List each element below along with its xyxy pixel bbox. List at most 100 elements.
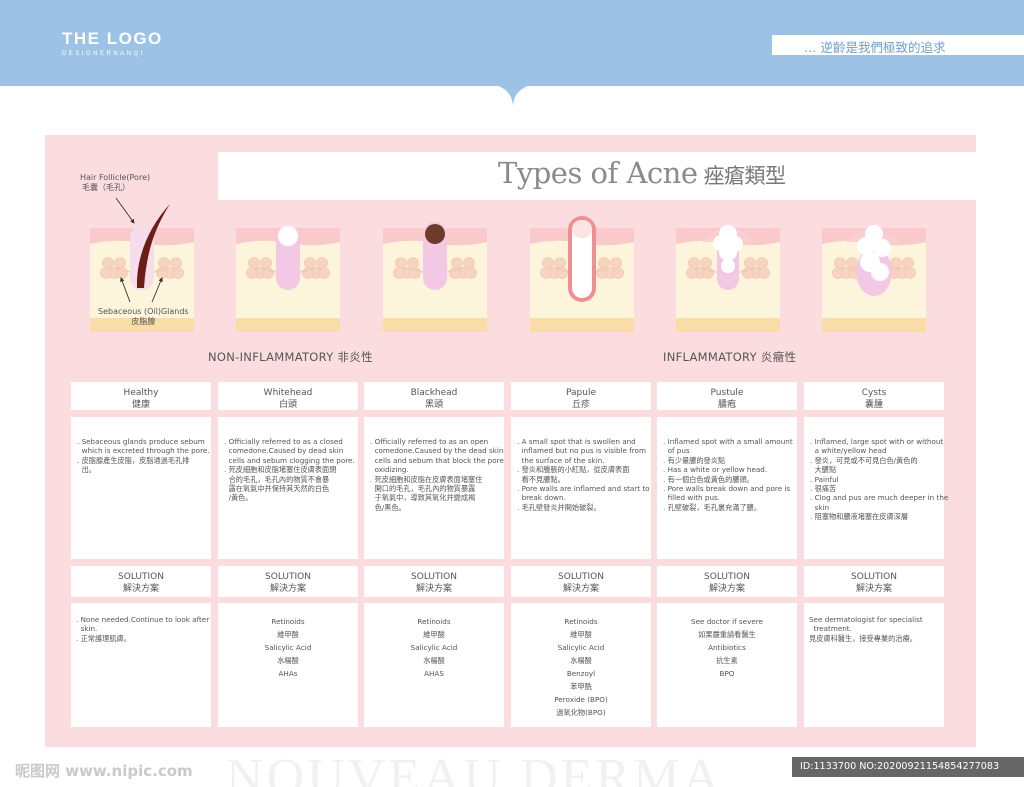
description-line: skin [810, 502, 830, 512]
solution-heading-cn: 解決方案 [122, 584, 159, 594]
slogan: … 逆齡是我們極致的追求 [804, 40, 946, 55]
description-line: oxidizing. [370, 465, 409, 475]
solution-cell: . None needed.Continue to look after ski… [71, 603, 211, 727]
type-name-en: Healthy [123, 388, 159, 398]
solution-line: See dermatologist for specialist [809, 615, 923, 624]
sebaceous-gland-lobe [542, 257, 554, 269]
solution-heading-cn: 解決方案 [269, 584, 306, 594]
type-name-cell: Blackhead 黑頭 [364, 382, 504, 410]
solution-line: treatment. [809, 624, 852, 634]
description-cell: . A small spot that is swollen and infla… [511, 417, 651, 559]
watermark: NOUVEAU DERMA [226, 752, 806, 787]
solution-line: AHAs [278, 669, 298, 678]
hair-follicle-label-cn: 毛囊（毛孔） [82, 183, 130, 192]
description-line: cells and sebum clogging the pore. [224, 455, 355, 465]
solution-line: Salicylic Acid [557, 643, 605, 652]
sebaceous-gland-lobe [395, 257, 407, 269]
sebaceous-gland-lobe [318, 267, 330, 279]
solution-line: Salicylic Acid [264, 643, 312, 652]
type-name-cell: Papule 丘疹 [511, 382, 651, 410]
solution-line: 維甲酸 [277, 630, 299, 639]
solution-line: Peroxide (BPO) [554, 695, 608, 704]
description-line: filled with pus. [663, 493, 721, 503]
type-name-cell: Healthy 健康 [71, 382, 211, 410]
sebaceous-gland-lobe [393, 267, 405, 279]
description-line: . 有少量膿的發炎點 [663, 455, 726, 465]
solution-line: BPO [719, 669, 735, 678]
description-line: . 死皮細胞和皮脂在皮膚表面堵塞住 [370, 474, 483, 484]
inflammatory-label: INFLAMMATORY 炎癥性 [663, 350, 797, 364]
type-name-en: Whitehead [263, 388, 313, 398]
solution-line: Retinoids [564, 617, 598, 626]
solution-heading-cn: 解決方案 [562, 584, 599, 594]
sebaceous-gland-label: Sebaceous (Oil)Glands 皮脂腺 [98, 307, 189, 327]
description-line: a white/yellow head [810, 446, 887, 456]
description-line: comedone.Caused by dead skin [224, 446, 344, 456]
solution-heading-cn: 解決方案 [415, 584, 452, 594]
solution-heading-cell: SOLUTION 解決方案 [364, 566, 504, 597]
description-line: . 皮脂腺產生皮脂，皮脂通過毛孔排 [77, 455, 190, 465]
description-line: . Clog and pus are much deeper in the [810, 493, 949, 503]
description-line: break down. [517, 493, 566, 503]
fat-layer [236, 318, 340, 332]
solution-heading-en: SOLUTION [411, 572, 457, 582]
hair-follicle-label: Hair Follicle(Pore) 毛囊（毛孔） [80, 173, 150, 193]
header-notch [493, 84, 533, 106]
description-line: 看不見膿點。 [517, 474, 565, 484]
description-line: 合的毛孔，毛孔內的物質不會暴 [224, 474, 330, 484]
fat-layer [676, 318, 780, 332]
solution-line: 見皮膚科醫生，接受專業的治療。 [809, 633, 917, 643]
pus [871, 263, 889, 281]
description-line: cells and sebum that block the pore [370, 455, 504, 465]
description-line: . 發炎，可見或不可見白色/黃色的 [810, 455, 918, 465]
solution-line: Retinoids [271, 617, 305, 626]
solution-line: Benzoyl [566, 669, 596, 678]
sebaceous-gland-lobe [465, 267, 477, 279]
description-line: comedone.Caused by the dead skin [370, 446, 504, 456]
solution-line: 水楊酸 [277, 656, 299, 665]
type-name-en: Blackhead [410, 388, 458, 398]
sebaceous-gland-lobe [260, 257, 272, 269]
description-line: . 阻塞物和膿液堵塞在皮膚深層 [810, 512, 909, 522]
non-inflammatory-label: NON-INFLAMMATORY 非炎性 [208, 350, 373, 364]
sebaceous-gland-lobe [407, 257, 419, 269]
logo[interactable]: THE LOGO DESIGNERNANQI [62, 29, 163, 58]
solution-line: 過氧化物(BPO) [556, 708, 606, 717]
solution-line: 維甲酸 [570, 630, 592, 639]
type-name-en: Pustule [710, 388, 744, 398]
watermark-text: NOUVEAU DERMA [226, 752, 723, 787]
sebaceous-gland-label-en: Sebaceous (Oil)Glands [98, 307, 189, 316]
solution-heading-cell: SOLUTION 解決方案 [657, 566, 797, 597]
skin-diagram-papule [530, 216, 634, 332]
papule-head [572, 220, 592, 238]
site-watermark: 昵图网 www.nipic.com [15, 762, 193, 780]
sebaceous-gland-lobe [451, 257, 463, 269]
description-line: 色/黑色。 [370, 502, 406, 512]
skin-diagram-cyst [822, 225, 926, 332]
id-bar: ID:1133700 NO:20200921154854277083 [792, 757, 1024, 777]
header-bar: THE LOGO DESIGNERNANQI … 逆齡是我們極致的追求 [0, 0, 1024, 86]
type-name-cn: 囊腫 [864, 400, 883, 410]
description-line: of pus [663, 446, 690, 456]
pus [719, 243, 737, 261]
type-name-en: Cysts [861, 388, 887, 398]
type-name-cn: 健康 [131, 400, 150, 410]
solution-heading-en: SOLUTION [851, 572, 897, 582]
solution-heading-cell: SOLUTION 解決方案 [71, 566, 211, 597]
description-cell: . Officially referred to as an open come… [364, 417, 504, 559]
logo-main: THE LOGO [62, 29, 163, 48]
sebaceous-gland-lobe [890, 257, 902, 269]
description-line: . Pore walls are inflamed and start to [517, 484, 650, 494]
sebaceous-gland-lobe [610, 257, 622, 269]
hair-follicle-label-en: Hair Follicle(Pore) [80, 173, 151, 182]
solution-line: 維甲酸 [423, 630, 445, 639]
description-cell: . Sebaceous glands produce sebum which i… [71, 417, 211, 559]
sebaceous-gland-lobe [612, 267, 624, 279]
description-line: 大膿點 [810, 465, 837, 475]
description-line: . 孔壁破裂，毛孔裏充滿了膿。 [663, 502, 762, 512]
skin-diagram-pustule [676, 225, 780, 332]
solution-heading-cell: SOLUTION 解決方案 [511, 566, 651, 597]
fat-layer [530, 318, 634, 332]
sebaceous-gland-lobe [904, 267, 916, 279]
sebaceous-gland-lobe [834, 257, 846, 269]
